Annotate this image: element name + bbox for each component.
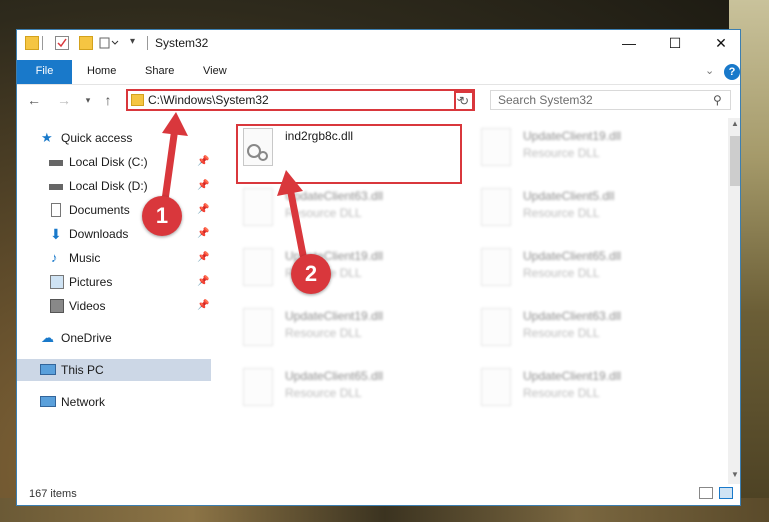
arrow-to-file [286,184,307,259]
annotation-arrows [161,112,307,259]
arrow-head-file [277,170,303,196]
arrow-to-address-bar [161,124,179,204]
arrow-head-address [162,112,188,136]
step-marker-2: 2 [291,254,331,294]
step-marker-1: 1 [142,196,182,236]
